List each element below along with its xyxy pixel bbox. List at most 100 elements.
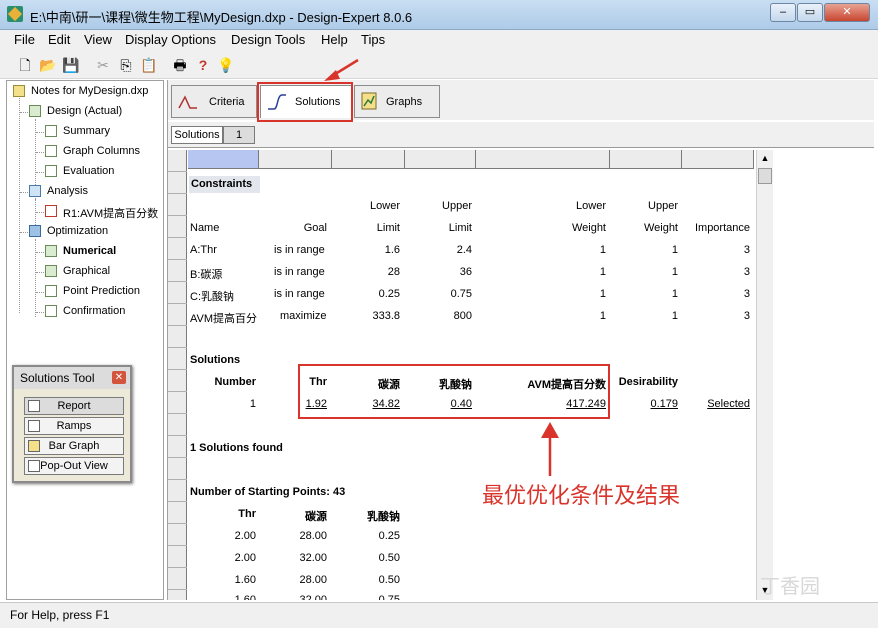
column-header[interactable]	[682, 150, 754, 169]
solutions-title: Solutions	[190, 354, 241, 366]
tab-criteria[interactable]: Criteria	[171, 85, 257, 118]
solution-desirability-link[interactable]: 0.179	[610, 398, 678, 410]
tree-item-r1[interactable]: R1:AVM提高百分数	[63, 205, 158, 221]
scroll-thumb[interactable]	[758, 168, 772, 184]
tree-item-evaluation[interactable]: Evaluation	[63, 165, 114, 177]
ramps-button[interactable]: Ramps	[24, 417, 124, 435]
scroll-up-arrow-icon[interactable]: ▲	[757, 150, 773, 166]
graphs-icon	[361, 92, 377, 110]
close-button[interactable]: ✕	[824, 3, 870, 22]
optimization-icon	[29, 225, 41, 237]
tree-item-summary[interactable]: Summary	[63, 125, 110, 137]
solutions-tool-title: Solutions Tool	[20, 371, 95, 385]
column-header-selected[interactable]	[188, 150, 259, 169]
open-folder-icon[interactable]: 📂	[39, 56, 57, 74]
tree-item-design[interactable]: Design (Actual)	[47, 105, 122, 117]
status-text: For Help, press F1	[10, 608, 110, 622]
toolbar: 🗋 📂 💾 ✂ ⎘ 📋 🖶 ? 💡	[0, 51, 878, 79]
table-cell: 0.50	[378, 552, 400, 564]
starting-points-title: Number of Starting Points: 43	[190, 486, 346, 498]
column-header[interactable]	[405, 150, 476, 169]
solutions-found: 1 Solutions found	[190, 442, 283, 454]
new-file-icon[interactable]: 🗋	[16, 56, 34, 74]
table-cell: 28.00	[299, 574, 327, 586]
constraints-title: Constraints	[189, 176, 260, 193]
header-lower-limit-top: Lower	[370, 200, 400, 212]
design-tree-panel: Notes for MyDesign.dxp Design (Actual) S…	[6, 80, 164, 600]
column-header[interactable]	[332, 150, 405, 169]
column-header[interactable]	[476, 150, 610, 169]
header-lower-weight-top: Lower	[576, 200, 606, 212]
table-cell: 28	[387, 266, 400, 278]
table-cell: is in range	[274, 244, 325, 256]
table-cell: 32.00	[299, 552, 327, 564]
paste-icon[interactable]: 📋	[140, 56, 158, 74]
menu-edit[interactable]: Edit	[48, 32, 70, 47]
tree-item-confirmation[interactable]: Confirmation	[63, 305, 125, 317]
table-cell: 32.00	[299, 594, 327, 600]
bar-graph-button[interactable]: Bar Graph	[24, 437, 124, 455]
tree-item-analysis[interactable]: Analysis	[47, 185, 88, 197]
column-header[interactable]	[610, 150, 682, 169]
watermark: 丁香园	[760, 574, 820, 598]
solutions-tool-header[interactable]: Solutions Tool ✕	[14, 367, 130, 389]
table-cell: 2.4	[456, 244, 472, 256]
tree-item-graph-columns[interactable]: Graph Columns	[63, 145, 140, 157]
table-cell: 1.6	[384, 244, 400, 256]
solution-number: 1	[249, 398, 256, 410]
maximize-button[interactable]: ▭	[797, 3, 823, 22]
criteria-ramp-icon	[178, 95, 197, 109]
menu-view[interactable]: View	[84, 32, 112, 47]
table-cell: 3	[743, 310, 750, 322]
menu-help[interactable]: Help	[321, 32, 348, 47]
close-icon[interactable]: ✕	[112, 371, 126, 384]
tree-item-graphical[interactable]: Graphical	[63, 265, 110, 277]
menu-tips[interactable]: Tips	[361, 32, 385, 47]
confirmation-icon	[45, 305, 57, 317]
graphical-icon	[45, 265, 57, 277]
menu-file[interactable]: File	[14, 32, 35, 47]
analysis-icon	[29, 185, 41, 197]
vertical-scrollbar[interactable]: ▲ ▼	[756, 150, 773, 600]
table-cell: 36	[459, 266, 472, 278]
bar-graph-icon	[28, 440, 40, 452]
tree-root[interactable]: Notes for MyDesign.dxp	[31, 85, 148, 97]
print-icon[interactable]: 🖶	[171, 56, 189, 74]
solutions-tool-window: Solutions Tool ✕ Report Ramps Bar Graph …	[12, 365, 132, 483]
tree-item-numerical[interactable]: Numerical	[63, 245, 116, 257]
header-lower-limit: Limit	[376, 222, 400, 234]
table-cell: 1.60	[234, 574, 256, 586]
cut-icon[interactable]: ✂	[94, 56, 112, 74]
save-icon[interactable]: 💾	[62, 56, 80, 74]
header-upper-weight: Weight	[643, 222, 678, 234]
main-panel: Criteria Solutions Graphs Solutions 1 Co…	[167, 80, 874, 600]
graph-columns-icon	[45, 145, 57, 157]
table-cell: C:乳酸钠	[190, 291, 234, 303]
table-cell: 0.75	[378, 594, 400, 600]
menu-display-options[interactable]: Display Options	[125, 32, 216, 47]
menu-design-tools[interactable]: Design Tools	[231, 32, 305, 47]
summary-icon	[45, 125, 57, 137]
header-name: Name	[190, 222, 220, 234]
report-grid: Constraints Lower Upper Lower Upper Name…	[168, 150, 756, 600]
solution-1-tab[interactable]: 1	[223, 126, 255, 144]
table-cell: 28.00	[299, 530, 327, 542]
report-button[interactable]: Report	[24, 397, 124, 415]
table-cell: 1	[671, 288, 678, 300]
pop-out-view-button[interactable]: Pop-Out View	[24, 457, 124, 475]
header-upper-limit: Limit	[448, 222, 472, 234]
column-header[interactable]	[259, 150, 332, 169]
tab-graphs[interactable]: Graphs	[354, 85, 440, 118]
table-cell: 1.60	[234, 594, 256, 600]
header-goal: Goal	[303, 222, 327, 234]
tip-lightbulb-icon[interactable]: 💡	[217, 56, 235, 74]
help-icon[interactable]: ?	[194, 56, 212, 74]
tree-item-point-prediction[interactable]: Point Prediction	[63, 285, 140, 297]
solution-selected-link[interactable]: Selected	[682, 398, 750, 410]
minimize-button[interactable]: –	[770, 3, 796, 22]
table-cell: 3	[743, 266, 750, 278]
table-cell: 0.25	[378, 530, 400, 542]
copy-icon[interactable]: ⎘	[117, 56, 135, 74]
tree-item-optimization[interactable]: Optimization	[47, 225, 108, 237]
header-upper-weight-top: Upper	[648, 200, 678, 212]
